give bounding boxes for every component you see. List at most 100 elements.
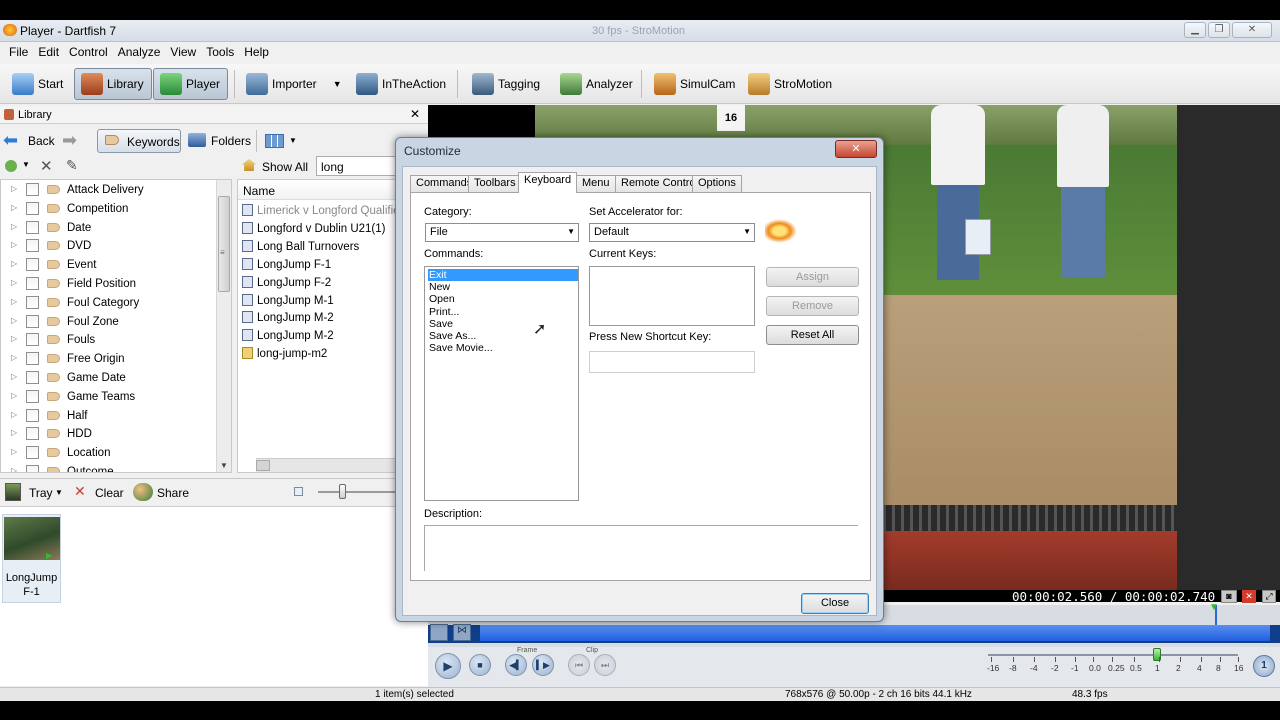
expand-triangle-icon[interactable]: ▷ <box>11 203 17 212</box>
file-list[interactable]: Name Limerick v Longford Qualifie Longfor… <box>237 179 397 473</box>
keyword-item[interactable]: ▷ Free Origin <box>1 350 217 369</box>
keyword-checkbox[interactable] <box>26 408 39 422</box>
keyword-checkbox[interactable] <box>26 352 39 366</box>
snapshot-icon[interactable]: ◙ <box>1221 590 1237 603</box>
tray-button[interactable]: Tray <box>29 486 53 500</box>
reset-all-button[interactable]: Reset All <box>766 325 859 345</box>
clear-x-icon[interactable]: ✕ <box>74 483 86 500</box>
edit-keyword-icon[interactable]: ✎ <box>66 157 78 174</box>
menu-analyze[interactable]: Analyze <box>113 43 166 61</box>
normal-speed-button[interactable]: 1 <box>1253 655 1275 677</box>
tab-options[interactable]: Options <box>692 175 742 192</box>
expand-triangle-icon[interactable]: ▷ <box>11 316 17 325</box>
importer-dropdown-icon[interactable]: ▼ <box>333 79 342 89</box>
menu-control[interactable]: Control <box>64 43 113 61</box>
keyword-item[interactable]: ▷ Fouls <box>1 331 217 350</box>
commands-listbox[interactable]: Exit New Open Print... Save Save As... Save Mo… <box>424 266 579 501</box>
back-arrow-icon[interactable]: ⬅ <box>3 131 18 149</box>
file-list-item[interactable]: LongJump M-2 <box>242 329 334 347</box>
file-list-item[interactable]: LongJump F-1 <box>242 257 331 276</box>
expand-triangle-icon[interactable]: ▷ <box>11 428 17 437</box>
file-list-item[interactable]: Longford v Dublin U21(1) <box>242 221 386 240</box>
thumbnail-size-slider-handle[interactable] <box>339 484 346 499</box>
maximize-icon[interactable]: ❐ <box>1208 22 1230 38</box>
column-header-name[interactable]: Name <box>238 180 396 200</box>
category-select[interactable]: File ▼ <box>425 223 579 242</box>
file-list-item[interactable]: LongJump F-2 <box>242 275 331 294</box>
shortcut-key-input[interactable] <box>589 351 755 373</box>
importer-button[interactable]: Importer ▼ <box>240 68 348 100</box>
add-keyword-dropdown-icon[interactable]: ▼ <box>22 160 30 169</box>
keyword-item[interactable]: ▷ Game Teams <box>1 388 217 407</box>
remove-button[interactable]: Remove <box>766 296 859 316</box>
forward-arrow-icon[interactable]: ➡ <box>62 131 77 149</box>
file-list-item[interactable]: LongJump M-2 <box>242 311 334 329</box>
tagging-button[interactable]: Tagging <box>466 68 546 100</box>
keyword-item[interactable]: ▷ Location <box>1 444 217 463</box>
play-button[interactable]: ▶ <box>435 653 461 679</box>
command-item[interactable]: Exit <box>428 269 578 281</box>
previous-clip-button[interactable]: ⏮ <box>568 654 590 676</box>
keyword-item[interactable]: ▷ Outcome <box>1 463 217 472</box>
keyword-checkbox[interactable] <box>26 314 39 328</box>
tab-keyboard[interactable]: Keyboard <box>518 172 578 193</box>
keyword-item[interactable]: ▷ Foul Category <box>1 294 217 313</box>
command-item[interactable]: New <box>428 281 578 293</box>
delete-keyword-icon[interactable]: ✕ <box>40 157 53 175</box>
view-dropdown-icon[interactable]: ▼ <box>289 136 297 145</box>
add-keyword-icon[interactable] <box>5 160 17 172</box>
set-accelerator-select[interactable]: Default ▼ <box>589 223 755 242</box>
menu-tools[interactable]: Tools <box>201 43 239 61</box>
expand-triangle-icon[interactable]: ▷ <box>11 259 17 268</box>
keyword-item[interactable]: ▷ Competition <box>1 200 217 219</box>
expand-triangle-icon[interactable]: ▷ <box>11 222 17 231</box>
keyword-checkbox[interactable] <box>26 446 39 460</box>
stop-button[interactable]: ■ <box>469 654 491 676</box>
keyword-checkbox[interactable] <box>26 201 39 215</box>
tab-menu[interactable]: Menu <box>576 175 616 192</box>
thumbnail-size-slider[interactable] <box>318 491 398 493</box>
share-button[interactable]: Share <box>157 486 189 500</box>
stromotion-button[interactable]: StroMotion <box>742 68 838 100</box>
command-item[interactable]: Save Movie... <box>428 342 578 354</box>
close-button[interactable]: Close <box>801 593 869 614</box>
intheaction-button[interactable]: InTheAction <box>350 68 452 100</box>
keyword-checkbox[interactable] <box>26 465 39 472</box>
fullscreen-icon[interactable]: ⤢ <box>1262 590 1276 603</box>
keyword-item[interactable]: ▷ HDD <box>1 425 217 444</box>
simulcam-button[interactable]: SimulCam <box>648 68 741 100</box>
keyword-checkbox[interactable] <box>26 427 39 441</box>
keyword-checkbox[interactable] <box>26 239 39 253</box>
keyword-checkbox[interactable] <box>26 295 39 309</box>
keyword-scrollbar[interactable]: ≡ ▼ <box>216 180 231 472</box>
player-close-icon[interactable]: ✕ <box>1242 590 1256 603</box>
back-button[interactable]: Back <box>28 134 55 148</box>
keyword-checkbox[interactable] <box>26 183 39 196</box>
next-frame-button[interactable]: ▍▶ <box>532 654 554 676</box>
analyzer-button[interactable]: Analyzer <box>554 68 639 100</box>
dialog-close-icon[interactable]: ✕ <box>835 140 877 158</box>
expand-triangle-icon[interactable]: ▷ <box>11 466 17 472</box>
show-all-button[interactable]: Show All <box>262 160 308 174</box>
view-grid-icon[interactable] <box>265 134 284 148</box>
folders-button[interactable]: Folders <box>211 134 251 148</box>
file-list-hscrollbar[interactable] <box>256 458 396 472</box>
keyword-item[interactable]: ▷ Field Position <box>1 275 217 294</box>
close-panel-icon[interactable]: ✕ <box>410 107 420 121</box>
file-list-item[interactable]: Long Ball Turnovers <box>242 239 359 258</box>
minimize-icon[interactable]: ▁ <box>1184 22 1206 38</box>
expand-triangle-icon[interactable]: ▷ <box>11 334 17 343</box>
keyword-item[interactable]: ▷ Date <box>1 219 217 238</box>
keyword-item[interactable]: ▷ DVD <box>1 237 217 256</box>
folders-icon[interactable] <box>188 133 206 147</box>
previous-frame-button[interactable]: ◀▍ <box>505 654 527 676</box>
keyword-item[interactable]: ▷ Attack Delivery <box>1 181 217 200</box>
start-button[interactable]: Start <box>6 68 69 100</box>
keywords-toggle[interactable]: Keywords <box>97 129 181 153</box>
expand-triangle-icon[interactable]: ▷ <box>11 372 17 381</box>
expand-triangle-icon[interactable]: ▷ <box>11 278 17 287</box>
hscroll-thumb[interactable] <box>256 460 270 471</box>
speed-slider[interactable] <box>988 654 1238 656</box>
fit-timeline-icon[interactable]: ⋈ <box>453 624 471 641</box>
tray-dropdown-icon[interactable]: ▼ <box>55 488 63 497</box>
